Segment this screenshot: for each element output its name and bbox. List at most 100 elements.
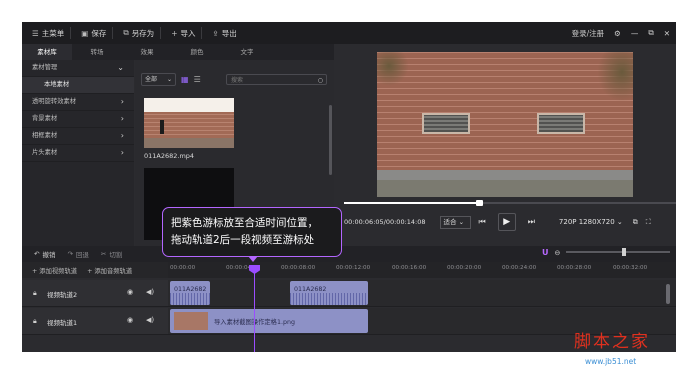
instruction-callout: 把紫色游标放至合适时间位置， 拖动轨道2后一段视频至游标处 [162, 207, 342, 257]
save-button[interactable]: ▣ 保存 [81, 28, 106, 39]
search-input[interactable]: 搜索 ○ [226, 74, 327, 85]
lock-icon[interactable]: 🔒︎ [33, 317, 37, 326]
ruler-tick: 00:00:00 [170, 265, 196, 271]
tab-effects[interactable]: 效果 [122, 44, 172, 60]
prev-frame-icon[interactable]: ⏮ [479, 217, 486, 227]
video-window-left [422, 113, 470, 134]
redo-icon: ↷ [67, 250, 73, 258]
save-as-icon: ⧉ [123, 28, 129, 37]
chevron-right-icon: › [120, 114, 124, 123]
ruler-tick: 00:00:28:00 [557, 265, 592, 271]
gear-icon[interactable]: ⚙ [614, 29, 621, 38]
library-scrollbar[interactable] [329, 105, 332, 175]
progress-fill [344, 202, 480, 204]
restore-icon[interactable]: ⧉ [648, 28, 653, 38]
chevron-right-icon: › [120, 131, 124, 140]
sidebar-item-asset-manage[interactable]: 素材管理 ⌄ [22, 60, 134, 77]
close-icon[interactable]: ✕ [664, 29, 670, 38]
zoom-control: U ⊖ ⊕ [542, 248, 676, 257]
video-window-right [537, 113, 585, 134]
add-video-track-button[interactable]: + 添加视频轨道 [32, 266, 77, 275]
tab-library[interactable]: 素材库 [22, 44, 72, 60]
timeline-scrollbar[interactable] [666, 284, 670, 304]
chevron-down-icon: ⌄ [117, 63, 124, 72]
main-menu-button[interactable]: ☰ 主菜单 [32, 28, 64, 39]
export-icon: ⇪ [212, 28, 219, 38]
fit-select[interactable]: 适合 ⌄ [439, 215, 471, 229]
timeline-clip[interactable]: 导入素材截图操作定格1.png [170, 309, 368, 333]
import-button[interactable]: + 导入 [171, 28, 195, 39]
track-header-video1: 🔒︎ 视频轨道1 ◉ ◀) [22, 308, 168, 335]
callout-line: 拖动轨道2后一段视频至游标处 [171, 234, 315, 246]
ruler-tick: 00:00:16:00 [392, 265, 427, 271]
undo-icon: ↶ [34, 250, 40, 258]
filter-select[interactable]: 全部 ⌄ [141, 73, 176, 86]
toolbar-divider [70, 27, 72, 39]
timeline-ruler[interactable]: 00:00:00 00:00:04:00 00:00:08:00 00:00:1… [168, 262, 676, 278]
tab-text[interactable]: 文字 [222, 44, 272, 60]
eye-icon[interactable]: ◉ [127, 288, 133, 296]
volume-icon[interactable]: ◀) [146, 288, 154, 296]
list-view-icon[interactable]: ☰ [194, 75, 201, 84]
playback-progress[interactable] [344, 200, 676, 206]
thumbnail-figure [160, 120, 164, 134]
add-audio-track-button[interactable]: + 添加音频轨道 [87, 266, 132, 275]
volume-icon[interactable]: ◀) [146, 316, 154, 324]
sidebar-item-intro[interactable]: 片头素材 › [22, 145, 134, 162]
toolbar-divider [201, 27, 203, 39]
resolution-select[interactable]: 720P 1280X720 ⌄ [559, 218, 623, 226]
toolbar-divider [160, 27, 162, 39]
eye-icon[interactable]: ◉ [127, 316, 133, 324]
video-base [377, 170, 633, 180]
zoom-out-icon[interactable]: ⊖ [555, 249, 561, 257]
fullscreen-icon[interactable]: ⛶ [646, 218, 651, 227]
callout-text: 把紫色游标放至合适时间位置， 拖动轨道2后一段视频至游标处 [171, 215, 337, 249]
thumbnail-floor [144, 138, 234, 148]
sidebar-item-background[interactable]: 背景素材 › [22, 111, 134, 128]
snapshot-icon[interactable]: ⧉ [633, 218, 638, 227]
next-frame-icon[interactable]: ⏭ [528, 217, 535, 227]
minimize-icon[interactable]: — [631, 29, 639, 38]
search-icon: ○ [317, 77, 323, 84]
timeline-clip[interactable]: 011A2682 [170, 281, 210, 305]
ruler-tick: 00:00:08:00 [281, 265, 316, 271]
scissors-icon: ✂ [100, 250, 107, 258]
login-link[interactable]: 登录/注册 [572, 28, 605, 39]
menu-icon: ☰ [32, 28, 39, 38]
track-lane-video2: 011A2682 011A2682 [168, 280, 676, 307]
preview-video [377, 52, 633, 197]
play-icon: ▶ [503, 217, 511, 227]
save-as-button[interactable]: ⧉ 另存为 [123, 28, 154, 39]
cut-button[interactable]: ✂ 切割 [101, 249, 122, 259]
redo-button[interactable]: ↷ 回退 [67, 249, 88, 259]
sidebar-item-local[interactable]: 本地素材 [22, 77, 134, 94]
library-sidebar: 素材管理 ⌄ 本地素材 透明旋转效素材 › 背景素材 › 相框素材 › 片头素材… [22, 60, 134, 246]
play-button[interactable]: ▶ [497, 213, 516, 231]
callout-line: 把紫色游标放至合适时间位置， [171, 217, 318, 229]
sidebar-item-transparent[interactable]: 透明旋转效素材 › [22, 94, 134, 111]
progress-handle[interactable] [476, 200, 483, 206]
audio-waveform [170, 293, 210, 305]
tab-transition[interactable]: 转场 [72, 44, 122, 60]
media-thumbnail[interactable] [144, 98, 234, 148]
lock-icon[interactable]: 🔒︎ [33, 289, 37, 298]
track-name: 视频轨道2 [47, 291, 78, 299]
timeline-clip[interactable]: 011A2682 [290, 281, 368, 305]
chevron-right-icon: › [120, 148, 124, 157]
sidebar-item-frame[interactable]: 相框素材 › [22, 128, 134, 145]
track-header-video2: 🔒︎ 视频轨道2 ◉ ◀) [22, 280, 168, 307]
panel-tabs: 素材库 转场 效果 颜色 文字 [22, 44, 334, 60]
watermark-url: www.jb51.net [585, 357, 637, 366]
thumbnail-wall [144, 112, 234, 138]
zoom-slider[interactable] [566, 248, 671, 256]
chevron-down-icon: ⌄ [166, 76, 172, 83]
tab-color[interactable]: 颜色 [172, 44, 222, 60]
toolbar-divider [112, 27, 114, 39]
undo-button[interactable]: ↶ 撤销 [34, 249, 55, 259]
export-button[interactable]: ⇪ 导出 [212, 28, 236, 39]
ruler-tick: 00:00:20:00 [447, 265, 482, 271]
magnet-icon[interactable]: U [542, 248, 549, 257]
playhead-line[interactable] [254, 266, 255, 352]
zoom-handle[interactable] [622, 248, 627, 256]
grid-view-icon[interactable]: ▦ [181, 75, 189, 84]
